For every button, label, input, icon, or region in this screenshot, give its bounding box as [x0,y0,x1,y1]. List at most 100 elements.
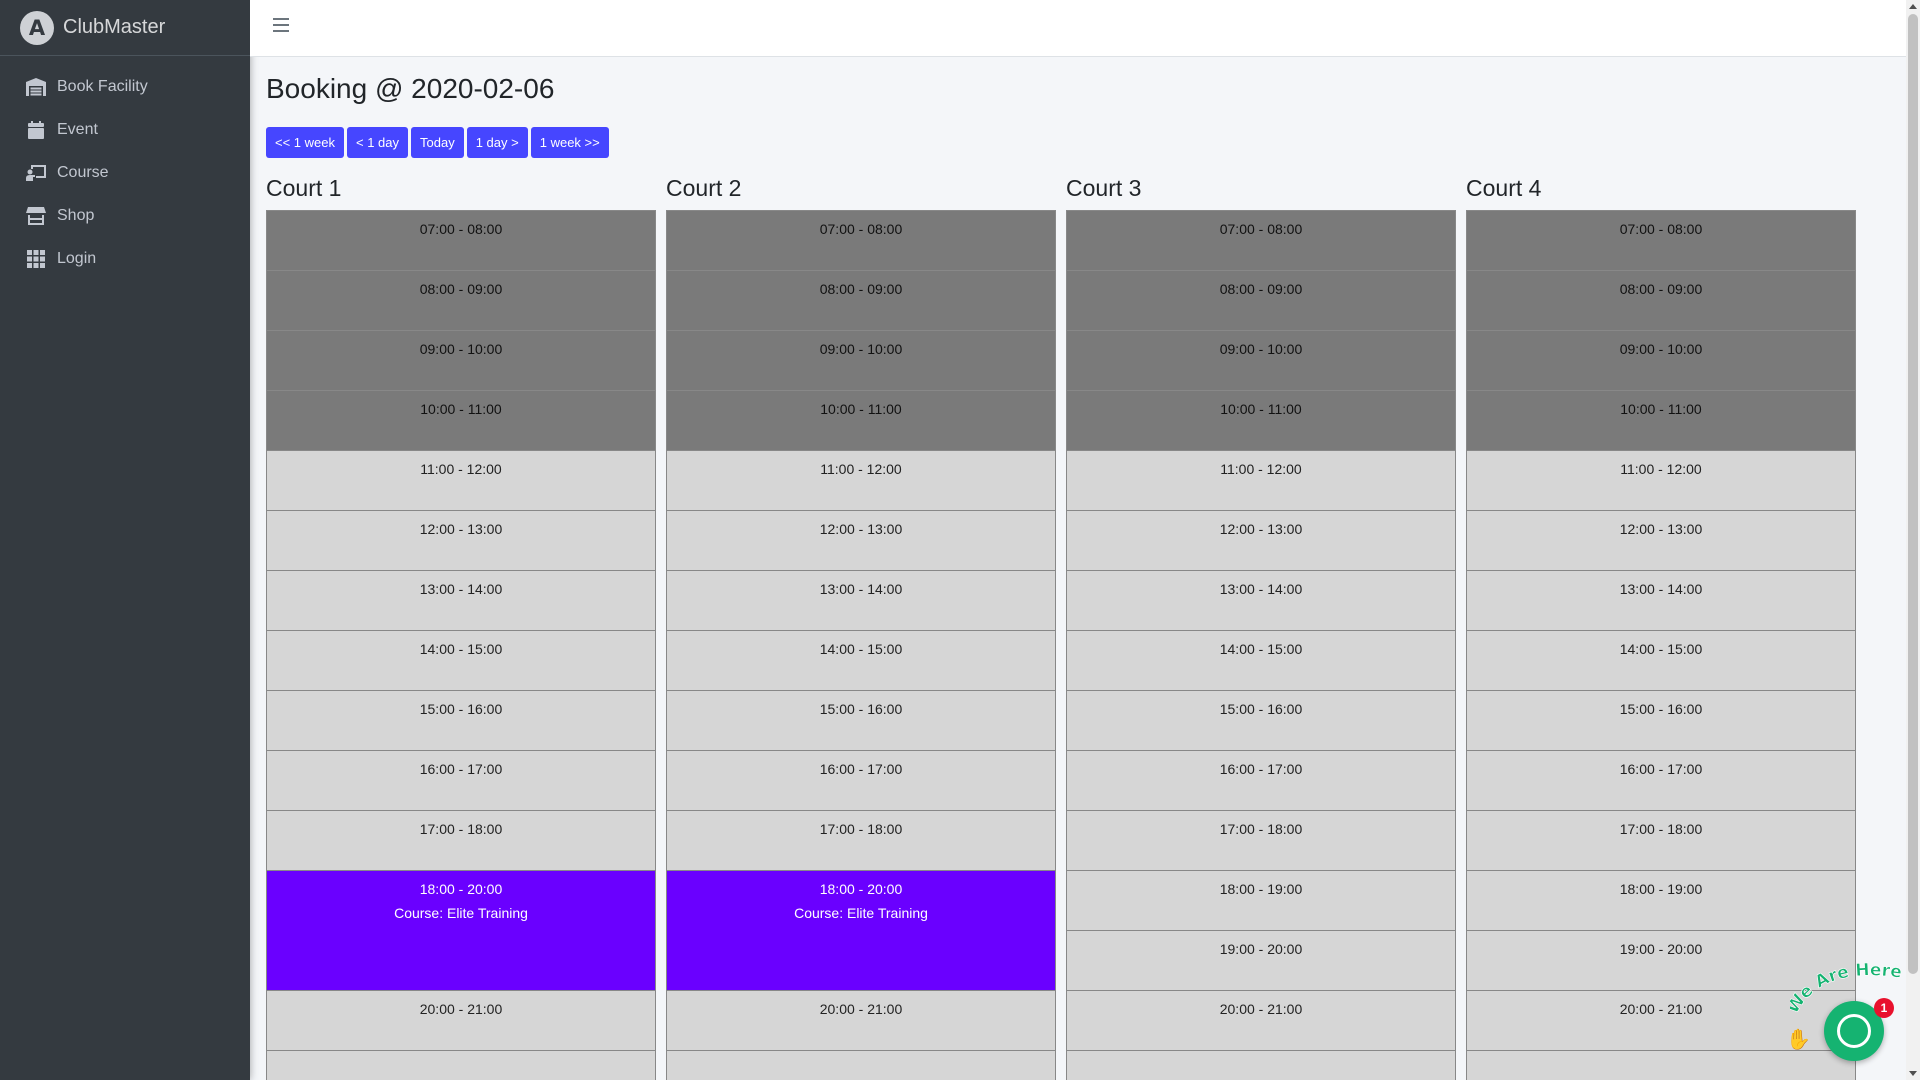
time-slot[interactable]: 11:00 - 12:00 [267,450,655,510]
time-slot[interactable]: 12:00 - 13:00 [267,510,655,570]
time-slot[interactable]: 11:00 - 12:00 [1067,450,1455,510]
prev-week-button[interactable]: << 1 week [266,127,344,158]
slot-time: 09:00 - 10:00 [1619,341,1703,357]
time-slot[interactable]: 14:00 - 15:00 [1467,630,1855,690]
time-slot[interactable]: 18:00 - 19:00 [1067,870,1455,930]
slot-time: 17:00 - 18:00 [819,821,903,837]
slot-list: 07:00 - 08:00 08:00 - 09:00 09:00 - 10:00 1… [1066,210,1456,1080]
time-slot[interactable]: 13:00 - 14:00 [667,570,1055,630]
slot-time: 08:00 - 09:00 [1219,281,1303,297]
slot-time: 20:00 - 21:00 [419,1001,503,1017]
slot-time: 15:00 - 16:00 [1619,701,1703,717]
waving-hand-icon: ✋ [1786,1029,1811,1051]
time-slot: 07:00 - 08:00 [667,210,1055,270]
court-title: Court 4 [1466,175,1542,201]
page-title: Booking @ 2020-02-06 [266,73,555,104]
time-slot[interactable]: 13:00 - 14:00 [267,570,655,630]
page-scrollbar[interactable] [1906,0,1920,1080]
time-slot[interactable]: 13:00 - 14:00 [1067,570,1455,630]
slot-time: 14:00 - 15:00 [419,641,503,657]
courts-grid: Court 1 07:00 - 08:00 08:00 - 09:00 09:00 -… [266,175,1866,1080]
slot-time: 12:00 - 13:00 [1219,521,1303,537]
sidebar-item-book-facility[interactable]: Book Facility [8,65,242,108]
time-slot: 09:00 - 10:00 [1067,330,1455,390]
court-column: Court 3 07:00 - 08:00 08:00 - 09:00 09:00 -… [1066,175,1456,1080]
store-icon [25,206,47,226]
course-booking-slot[interactable]: 18:00 - 20:00 Course: Elite Training [267,870,655,990]
prev-day-button[interactable]: < 1 day [347,127,409,158]
time-slot[interactable]: 16:00 - 17:00 [1067,750,1455,810]
time-slot[interactable]: 12:00 - 13:00 [1467,510,1855,570]
time-slot[interactable]: 20:00 - 21:00 [267,990,655,1050]
time-slot[interactable]: 14:00 - 15:00 [667,630,1055,690]
sidebar-item-event[interactable]: Event [8,108,242,151]
time-slot[interactable] [667,1050,1055,1080]
next-day-button[interactable]: 1 day > [466,127,528,158]
scroll-up-icon[interactable] [1909,4,1917,9]
time-slot[interactable]: 12:00 - 13:00 [1067,510,1455,570]
time-slot[interactable]: 18:00 - 19:00 [1467,870,1855,930]
slot-time: 10:00 - 11:00 [1620,401,1702,417]
today-button[interactable]: Today [411,127,464,158]
time-slot[interactable]: 17:00 - 18:00 [267,810,655,870]
slot-time: 10:00 - 11:00 [420,401,502,417]
time-slot[interactable]: 17:00 - 18:00 [1467,810,1855,870]
time-slot[interactable]: 11:00 - 12:00 [667,450,1055,510]
slot-time: 11:00 - 12:00 [1220,461,1302,477]
time-slot[interactable]: 16:00 - 17:00 [667,750,1055,810]
court-title: Court 3 [1066,175,1142,201]
time-slot[interactable]: 20:00 - 21:00 [1067,990,1455,1050]
time-slot[interactable]: 16:00 - 17:00 [267,750,655,810]
sidebar-item-login[interactable]: Login [8,237,242,280]
court-column: Court 2 07:00 - 08:00 08:00 - 09:00 09:00 -… [666,175,1056,1080]
time-slot[interactable]: 20:00 - 21:00 [667,990,1055,1050]
sidebar-item-course[interactable]: Course [8,151,242,194]
brand-logo: A [20,10,54,45]
time-slot[interactable]: 15:00 - 16:00 [1067,690,1455,750]
sidebar-item-shop[interactable]: Shop [8,194,242,237]
court-column: Court 1 07:00 - 08:00 08:00 - 09:00 09:00 -… [266,175,656,1080]
slot-label: Course: Elite Training [394,905,528,921]
slot-time: 16:00 - 17:00 [419,761,503,777]
slot-time: 07:00 - 08:00 [1619,221,1703,237]
time-slot[interactable]: 17:00 - 18:00 [1067,810,1455,870]
time-slot[interactable]: 12:00 - 13:00 [667,510,1055,570]
slot-time: 16:00 - 17:00 [1619,761,1703,777]
time-slot[interactable]: 17:00 - 18:00 [667,810,1055,870]
slot-time: 20:00 - 21:00 [819,1001,903,1017]
slot-time: 08:00 - 09:00 [419,281,503,297]
time-slot: 10:00 - 11:00 [267,390,655,450]
time-slot[interactable]: 14:00 - 15:00 [267,630,655,690]
slot-time: 15:00 - 16:00 [1219,701,1303,717]
time-slot[interactable]: 15:00 - 16:00 [267,690,655,750]
slot-time: 10:00 - 11:00 [1220,401,1302,417]
slot-time: 13:00 - 14:00 [1619,581,1703,597]
brand-name: ClubMaster [63,16,166,38]
calendar-icon [25,120,47,140]
slot-time: 07:00 - 08:00 [819,221,903,237]
court-title: Court 2 [666,175,742,201]
slot-time: 18:00 - 19:00 [1619,881,1703,897]
chalkboard-teacher-icon [25,163,47,183]
time-slot[interactable]: 14:00 - 15:00 [1067,630,1455,690]
time-slot[interactable]: 11:00 - 12:00 [1467,450,1855,510]
sidebar-item-label: Shop [57,206,95,224]
scroll-thumb[interactable] [1908,14,1918,974]
scroll-down-icon[interactable] [1909,1071,1917,1076]
brand-link[interactable]: A ClubMaster [0,0,250,56]
time-slot[interactable]: 16:00 - 17:00 [1467,750,1855,810]
slot-time: 09:00 - 10:00 [419,341,503,357]
time-slot[interactable]: 15:00 - 16:00 [667,690,1055,750]
time-slot[interactable] [1467,1050,1855,1080]
time-slot[interactable]: 19:00 - 20:00 [1067,930,1455,990]
menu-toggle-icon[interactable] [273,18,289,36]
time-slot[interactable] [267,1050,655,1080]
slot-time: 19:00 - 20:00 [1619,941,1703,957]
sidebar-item-label: Event [57,120,98,138]
time-slot[interactable]: 15:00 - 16:00 [1467,690,1855,750]
time-slot[interactable] [1067,1050,1455,1080]
slot-time: 17:00 - 18:00 [1619,821,1703,837]
course-booking-slot[interactable]: 18:00 - 20:00 Course: Elite Training [667,870,1055,990]
time-slot[interactable]: 13:00 - 14:00 [1467,570,1855,630]
next-week-button[interactable]: 1 week >> [530,127,609,158]
